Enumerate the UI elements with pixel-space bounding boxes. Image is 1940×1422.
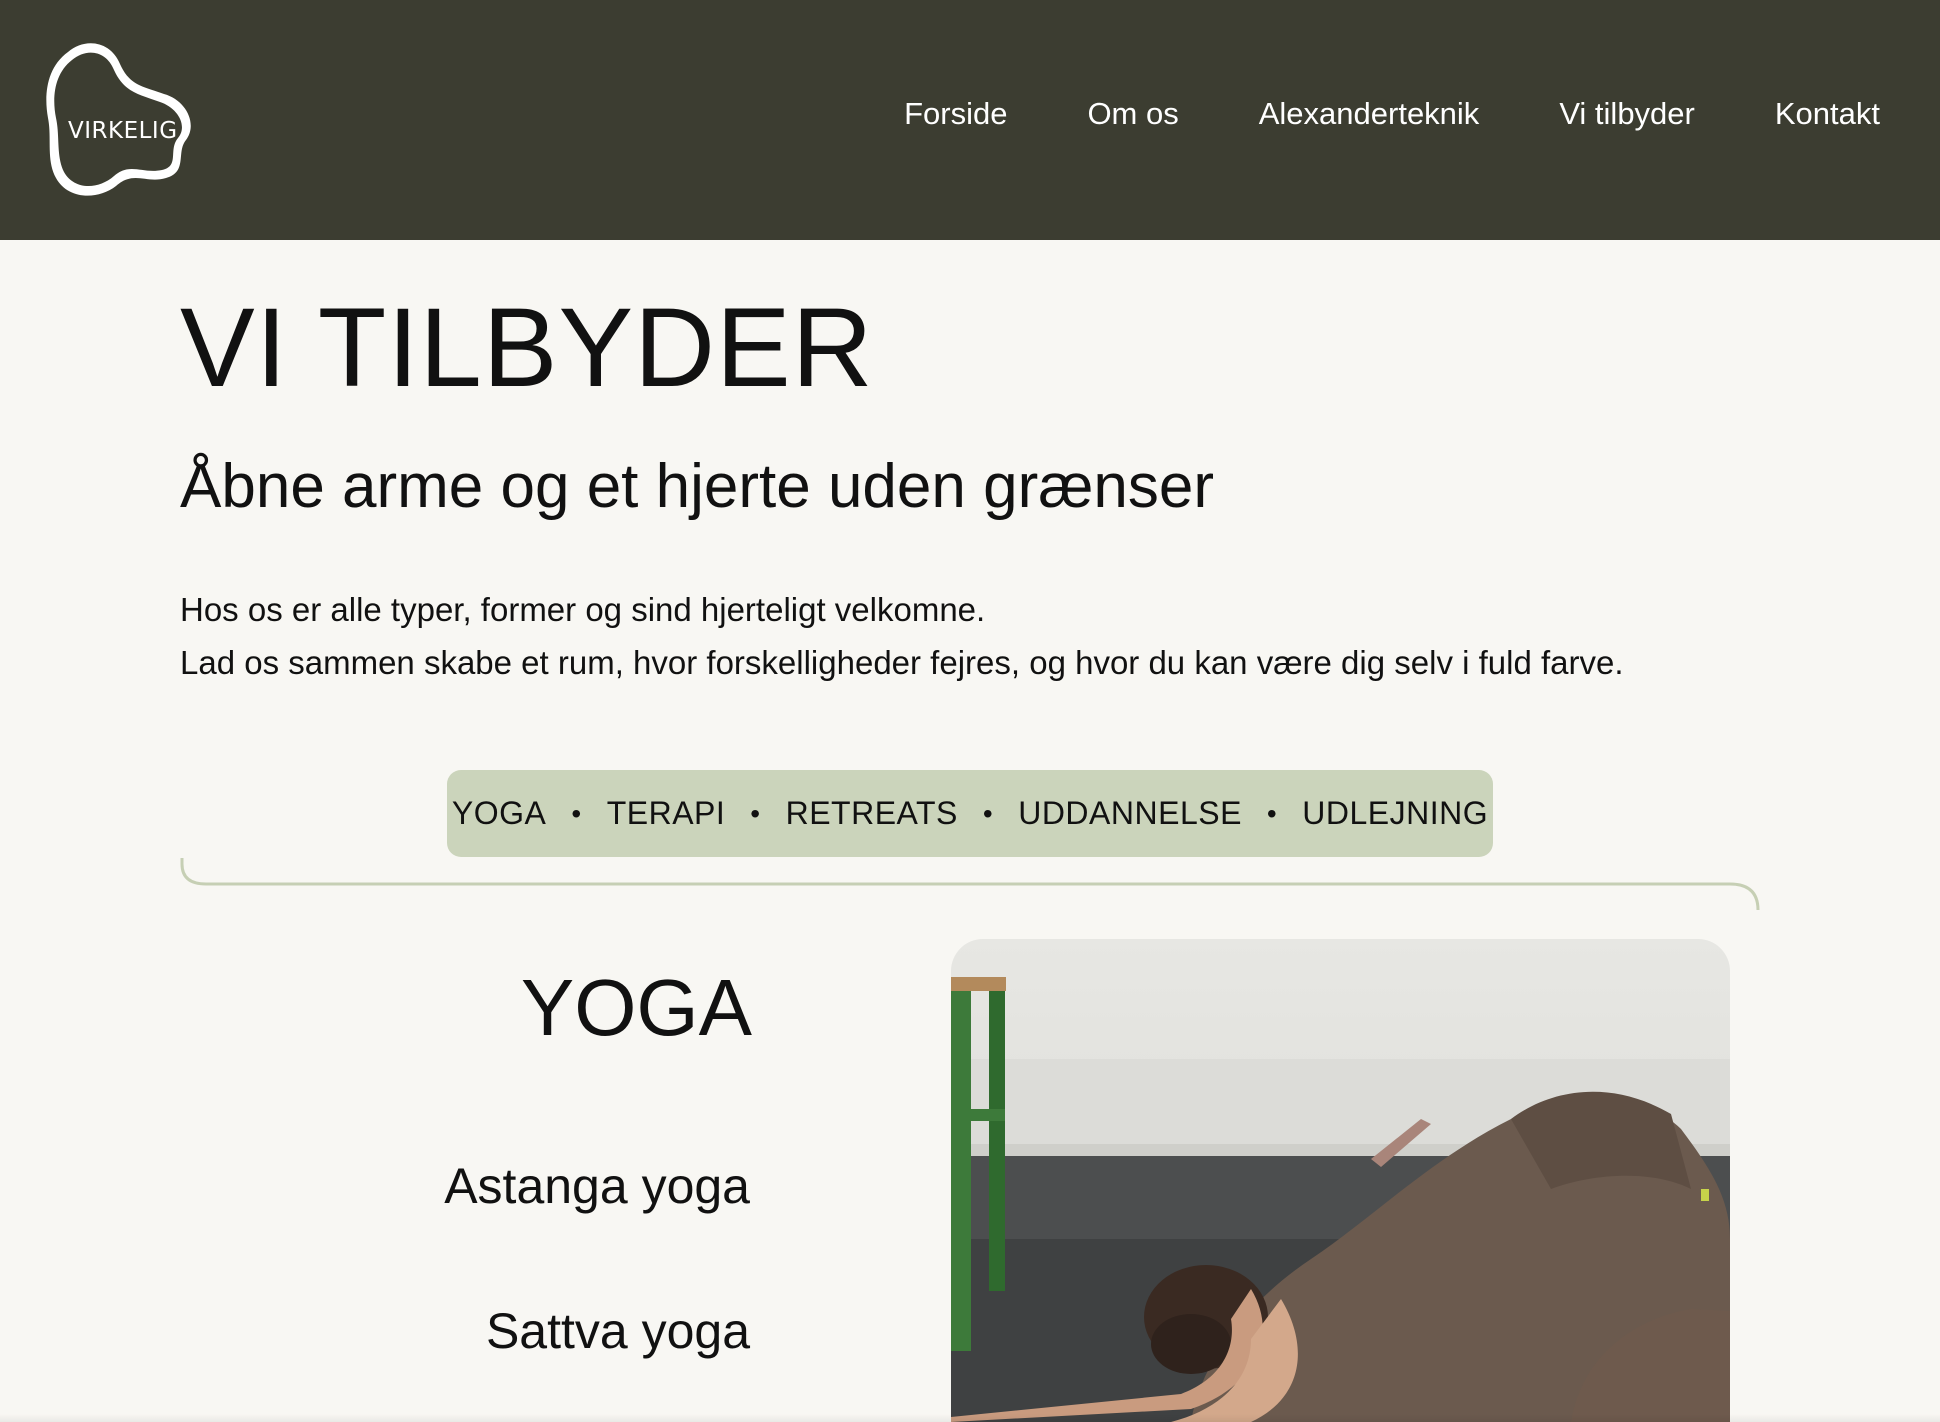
service-link-terapi[interactable]: TERAPI [607,795,726,832]
intro-line-1: Hos os er alle typer, former og sind hje… [180,591,986,628]
service-link-uddannelse[interactable]: UDDANNELSE [1018,795,1242,832]
nav-item-kontakt[interactable]: Kontakt [1775,96,1880,132]
logo-text: VIRKELIG [68,118,178,144]
nav-item-vi-tilbyder[interactable]: Vi tilbyder [1559,96,1695,132]
page-subtitle: Åbne arme og et hjerte uden grænser [180,452,1214,521]
page-bottom-shadow [0,1414,1940,1422]
service-link-retreats[interactable]: RETREATS [786,795,958,832]
nav-item-alexanderteknik[interactable]: Alexanderteknik [1259,96,1480,132]
service-link-udlejning[interactable]: UDLEJNING [1302,795,1488,832]
service-link-yoga[interactable]: YOGA [452,795,546,832]
yoga-photo [951,939,1730,1422]
logo[interactable]: VIRKELIG [38,38,204,204]
nav-item-om-os[interactable]: Om os [1087,96,1178,132]
intro-line-2: Lad os sammen skabe et rum, hvor forskel… [180,644,1624,681]
separator-dot: • [571,797,582,829]
yoga-section-title: YOGA [520,963,752,1052]
nav-item-forside[interactable]: Forside [904,96,1007,132]
separator-dot: • [750,797,761,829]
section-divider [180,858,1760,910]
yoga-item-sattva[interactable]: Sattva yoga [486,1302,750,1360]
separator-dot: • [982,797,994,829]
yoga-item-astanga[interactable]: Astanga yoga [444,1157,750,1215]
intro-text: Hos os er alle typer, former og sind hje… [180,583,1624,689]
separator-dot: • [1266,797,1278,829]
service-nav: YOGA • TERAPI • RETREATS • UDDANNELSE • … [447,770,1493,857]
main-nav: Forside Om os Alexanderteknik Vi tilbyde… [904,96,1880,132]
page-title: VI TILBYDER [180,285,874,410]
site-header: VIRKELIG Forside Om os Alexanderteknik V… [0,0,1940,240]
